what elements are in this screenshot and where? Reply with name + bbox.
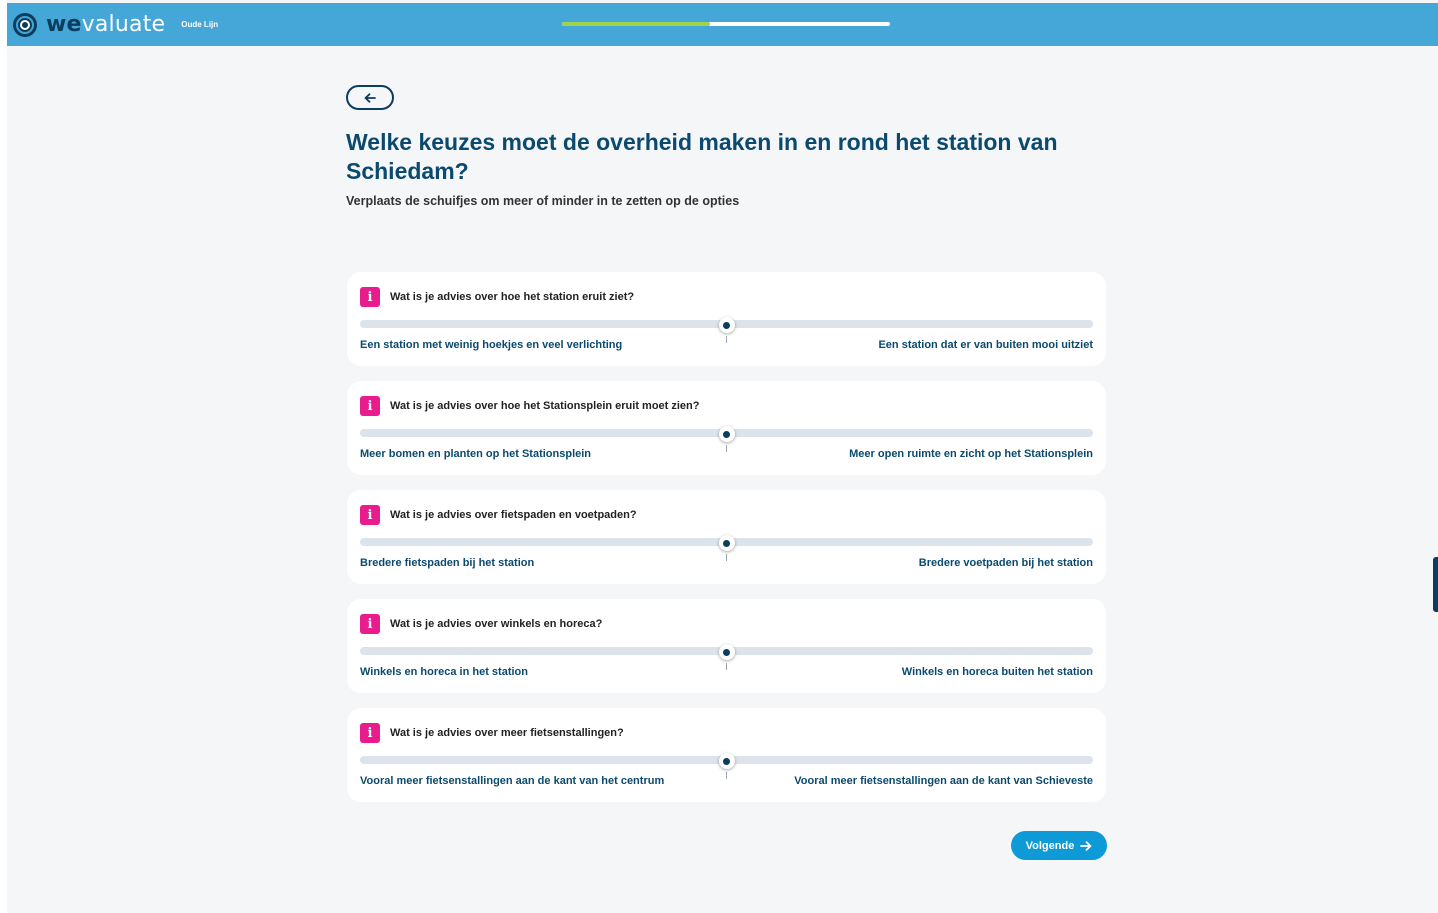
slider-center-tick [726,554,727,561]
slider-card-paths: i Wat is je advies over fietspaden en vo… [347,490,1106,584]
slider-left-label: Bredere fietspaden bij het station [360,557,535,569]
info-icon[interactable]: i [360,287,380,307]
slider-question: Wat is je advies over hoe het station er… [390,291,635,303]
next-button-label: Volgende [1025,839,1075,852]
progress-bar [562,22,890,26]
slider-thumb[interactable] [718,535,735,551]
slider-right-label: Vooral meer fietsenstallingen aan de kan… [794,775,1093,787]
top-navigation-bar: wevaluate Oude Lijn [7,3,1438,46]
logo-wordmark: wevaluate [46,12,166,37]
info-icon[interactable]: i [360,505,380,525]
slider-right-label: Winkels en horeca buiten het station [901,666,1093,678]
left-edge-strip [0,0,7,913]
slider-question: Wat is je advies over winkels en horeca? [390,618,603,630]
slider-card-stationsplein: i Wat is je advies over hoe het Stations… [347,381,1106,475]
slider-card-shops: i Wat is je advies over winkels en horec… [347,599,1106,693]
arrow-right-icon [1080,840,1092,851]
slider-question: Wat is je advies over meer fietsenstalli… [390,727,624,739]
slider-question: Wat is je advies over hoe het Stationspl… [390,400,700,412]
page-subtitle: Verplaats de schuifjes om meer of minder… [346,194,740,208]
info-icon[interactable]: i [360,396,380,416]
back-button[interactable] [346,85,394,110]
slider-left-label: Meer bomen en planten op het Stationsple… [360,448,592,460]
slider-card-station-appearance: i Wat is je advies over hoe het station … [347,272,1106,366]
project-name: Oude Lijn [181,20,219,29]
slider-center-tick [726,663,727,670]
slider-right-label: Bredere voetpaden bij het station [918,557,1093,569]
slider-thumb[interactable] [718,753,735,769]
next-button[interactable]: Volgende [1011,831,1107,860]
slider-card-bike-parking: i Wat is je advies over meer fietsenstal… [347,708,1106,802]
side-feedback-tab[interactable] [1433,557,1438,612]
slider-thumb[interactable] [718,644,735,660]
info-icon[interactable]: i [360,723,380,743]
logo-icon [13,12,37,37]
slider-left-label: Een station met weinig hoekjes en veel v… [360,339,623,351]
slider-thumb[interactable] [718,426,735,442]
slider-center-tick [726,772,727,779]
wevaluate-logo[interactable]: wevaluate [12,12,165,38]
slider-center-tick [726,445,727,452]
slider-right-label: Meer open ruimte en zicht op het Station… [849,448,1093,460]
slider-question: Wat is je advies over fietspaden en voet… [390,509,637,521]
page-title: Welke keuzes moet de overheid maken in e… [346,129,1058,184]
slider-thumb[interactable] [718,317,735,333]
slider-left-label: Vooral meer fietsenstallingen aan de kan… [360,775,665,787]
slider-left-label: Winkels en horeca in het station [360,666,528,678]
arrow-left-icon [364,92,376,103]
progress-bar-fill [562,22,710,26]
slider-center-tick [726,336,727,343]
info-icon[interactable]: i [360,614,380,634]
slider-right-label: Een station dat er van buiten mooi uitzi… [878,339,1093,351]
